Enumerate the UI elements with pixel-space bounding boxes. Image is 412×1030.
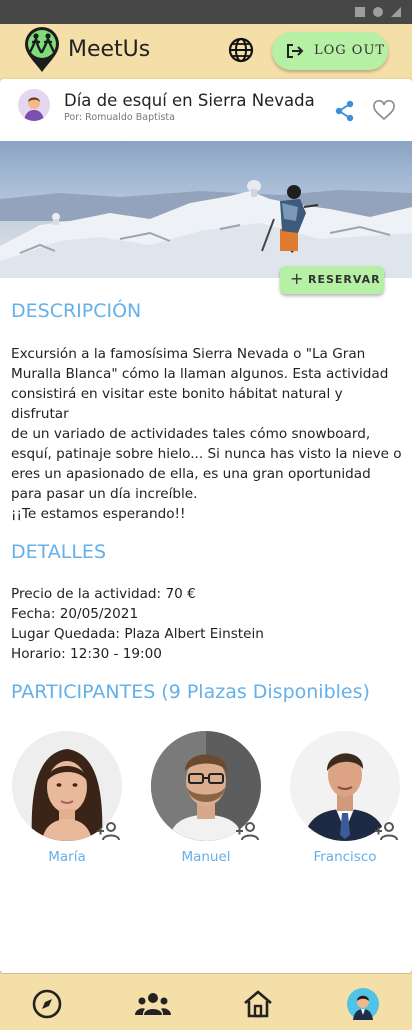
- description-line: esquí, patinaje sobre hielo... Si nunca …: [11, 446, 402, 462]
- ski-mountain-image: [0, 180, 412, 278]
- logout-icon: [287, 44, 304, 58]
- detail-schedule: Horario: 12:30 - 19:00: [11, 646, 162, 662]
- description-line: consistirá en visitar este bonito hábita…: [11, 386, 343, 422]
- description-closing: ¡¡Te estamos esperando!!: [11, 506, 186, 522]
- participant-card[interactable]: María: [12, 731, 122, 871]
- add-friend-icon[interactable]: [374, 821, 400, 841]
- author-avatar-icon: [18, 89, 50, 121]
- recent-apps-icon: [355, 7, 365, 17]
- detail-price: Precio de la actividad: 70 €: [11, 586, 196, 602]
- profile-avatar[interactable]: [347, 988, 379, 1020]
- plus-icon: +: [290, 269, 304, 288]
- event-photo: [0, 141, 412, 278]
- heart-favorite-icon[interactable]: [373, 100, 395, 122]
- add-friend-icon[interactable]: [96, 821, 122, 841]
- participant-name: María: [48, 849, 86, 865]
- event-header: Día de esquí en Sierra Nevada Por: Romua…: [0, 79, 412, 141]
- event-title: Día de esquí en Sierra Nevada: [64, 91, 315, 110]
- share-icon[interactable]: [334, 100, 356, 122]
- logout-button[interactable]: LOG OUT: [272, 32, 388, 70]
- bottom-navigation: [0, 974, 412, 1030]
- participant-name: Manuel: [181, 849, 231, 865]
- logout-label: LOG OUT: [314, 43, 386, 58]
- details-list: Precio de la actividad: 70 € Fecha: 20/0…: [11, 584, 403, 664]
- system-status-bar: [0, 0, 412, 24]
- reserve-button[interactable]: + RESERVAR: [280, 266, 384, 294]
- compass-icon[interactable]: [31, 988, 63, 1020]
- description-line: Excursión a la famosísima Sierra Nevada …: [11, 346, 366, 362]
- group-icon[interactable]: [134, 988, 172, 1020]
- home-circle-icon: [373, 7, 383, 17]
- participant-name: Francisco: [313, 849, 377, 865]
- app-name: MeetUs: [68, 37, 151, 62]
- participants-heading: PARTICIPANTES (9 Plazas Disponibles): [11, 681, 370, 703]
- globe-language-icon[interactable]: [228, 37, 254, 63]
- add-friend-icon[interactable]: [235, 821, 261, 841]
- home-icon[interactable]: [242, 988, 274, 1020]
- event-card: Día de esquí en Sierra Nevada Por: Romua…: [0, 79, 412, 973]
- description-line: de un variado de actividades tales cómo …: [11, 426, 371, 442]
- description-line: eres un apasionado de ella, es una gran …: [11, 466, 371, 482]
- participant-card[interactable]: Manuel: [151, 731, 261, 871]
- reserve-label: RESERVAR: [308, 273, 381, 286]
- description-line: para pasar un día increíble.: [11, 486, 198, 502]
- app-bar: MeetUs LOG OUT: [0, 24, 412, 78]
- back-triangle-icon: [391, 7, 401, 17]
- detail-date: Fecha: 20/05/2021: [11, 606, 139, 622]
- detail-place: Lugar Quedada: Plaza Albert Einstein: [11, 626, 264, 642]
- participant-card[interactable]: Francisco: [290, 731, 400, 871]
- details-heading: DETALLES: [11, 541, 106, 563]
- event-author: Por: Romualdo Baptista: [64, 112, 175, 123]
- description-line: Muralla Blanca" cómo la llaman algunos. …: [11, 366, 389, 382]
- author-avatar[interactable]: [18, 89, 50, 121]
- description-text: Excursión a la famosísima Sierra Nevada …: [11, 344, 403, 504]
- meetus-logo-icon: [25, 27, 59, 72]
- description-heading: DESCRIPCIÓN: [11, 300, 142, 322]
